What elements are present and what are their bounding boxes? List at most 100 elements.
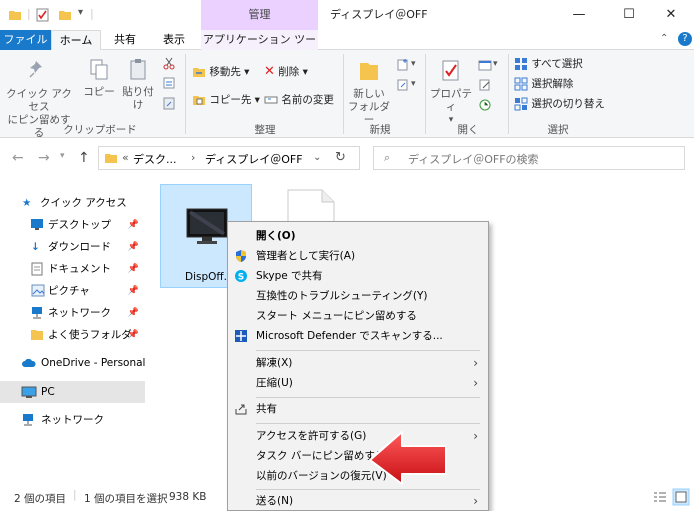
open-dropdown-icon[interactable]: ▾: [493, 59, 498, 69]
invert-selection-icon: [514, 97, 528, 111]
sidebar-item-onedrive[interactable]: OneDrive - Personal: [0, 352, 145, 374]
move-to-label: 移動先: [209, 66, 241, 78]
pin-icon[interactable]: 📌: [128, 258, 139, 280]
menu-item-skype-share[interactable]: S Skype で共有: [228, 266, 488, 286]
sidebar-item-label: ネットワーク: [41, 414, 104, 426]
copy-to-icon: [193, 96, 205, 105]
sidebar-item-pictures[interactable]: ピクチャ 📌: [0, 280, 145, 302]
new-item-icon[interactable]: [396, 58, 410, 72]
tab-home[interactable]: ホーム: [51, 30, 101, 51]
ribbon-tabs: ファイル ホーム 共有 表示 アプリケーション ツール ⌃ ?: [0, 30, 694, 66]
uac-shield-icon: [236, 250, 246, 262]
details-view-icon[interactable]: [652, 490, 668, 504]
menu-item-extract[interactable]: 解凍(X) ›: [228, 353, 488, 373]
menu-separator: [256, 489, 480, 490]
menu-item-compress[interactable]: 圧縮(U) ›: [228, 373, 488, 393]
sidebar-item-desktop[interactable]: デスクトップ 📌: [0, 214, 145, 236]
address-bar[interactable]: « デスク... › ディスプレイ＠OFF ⌄ ↻: [98, 146, 360, 170]
paste-shortcut-icon[interactable]: [162, 96, 176, 110]
breadcrumb-desktop[interactable]: デスク...: [133, 151, 177, 167]
large-icons-view-icon[interactable]: [672, 488, 690, 506]
navigation-pane: ★ クイック アクセス デスクトップ 📌 ↓ ダウンロード 📌 ドキュメント 📌…: [0, 178, 145, 483]
rename-icon: [264, 96, 278, 104]
divider: |: [90, 7, 94, 20]
sidebar-item-documents[interactable]: ドキュメント 📌: [0, 258, 145, 280]
refresh-icon[interactable]: ↻: [335, 150, 346, 165]
tab-share[interactable]: 共有: [104, 30, 146, 50]
breadcrumb-current[interactable]: ディスプレイ＠OFF: [205, 151, 303, 167]
organize-group-label: 整理: [254, 124, 276, 136]
title-bar: | ▾ | 管理 ディスプレイ＠OFF — ☐ ✕: [0, 0, 694, 30]
menu-item-label: 開く(O): [256, 230, 296, 242]
new-folder-icon[interactable]: [58, 8, 72, 22]
star-icon: ★: [22, 197, 32, 209]
select-all-button[interactable]: すべて選択: [514, 56, 583, 72]
edit-icon[interactable]: [478, 78, 492, 92]
copy-path-icon[interactable]: [162, 76, 176, 90]
maximize-button[interactable]: ☐: [606, 0, 652, 30]
breadcrumb-overflow[interactable]: «: [122, 151, 129, 164]
sidebar-item-network-pinned[interactable]: ネットワーク 📌: [0, 302, 145, 324]
easy-access-dropdown-icon[interactable]: ▾: [411, 79, 416, 89]
sidebar-item-quick-access[interactable]: ★ クイック アクセス: [0, 192, 145, 214]
status-size: 938 KB: [169, 491, 207, 503]
tab-file[interactable]: ファイル: [0, 30, 51, 50]
close-button[interactable]: ✕: [648, 0, 694, 30]
sidebar-item-downloads[interactable]: ↓ ダウンロード 📌: [0, 236, 145, 258]
pin-icon[interactable]: 📌: [128, 324, 139, 346]
up-button[interactable]: ↑: [78, 150, 90, 166]
address-dropdown-icon[interactable]: ⌄: [313, 152, 321, 163]
manage-tab-group[interactable]: 管理: [201, 0, 318, 30]
select-none-button[interactable]: 選択解除: [514, 76, 573, 92]
menu-item-share[interactable]: 共有: [228, 399, 488, 419]
easy-access-icon[interactable]: [396, 78, 410, 92]
menu-item-open[interactable]: 開く(O): [228, 226, 488, 246]
search-input[interactable]: ⌕ ディスプレイ＠OFFの検索: [373, 146, 685, 170]
sidebar-item-pc[interactable]: PC: [0, 381, 145, 403]
menu-item-pin-to-start[interactable]: スタート メニューにピン留めする: [228, 306, 488, 326]
help-button[interactable]: ?: [678, 32, 692, 46]
quick-access-dropdown-icon[interactable]: ▾: [78, 7, 83, 18]
divider: [343, 54, 344, 134]
menu-item-send-to[interactable]: 送る(N) ›: [228, 491, 488, 511]
share-icon: [235, 404, 247, 415]
sidebar-item-network[interactable]: ネットワーク: [0, 409, 145, 431]
tab-application-tools[interactable]: アプリケーション ツール: [201, 30, 318, 66]
collapse-ribbon-icon[interactable]: ⌃: [660, 33, 668, 44]
breadcrumb-separator[interactable]: ›: [191, 151, 195, 164]
folder-icon: [105, 154, 117, 163]
menu-item-troubleshoot-compatibility[interactable]: 互換性のトラブルシューティング(Y): [228, 286, 488, 306]
paste-button[interactable]: 貼り付け: [118, 58, 158, 112]
open-icon[interactable]: [478, 58, 492, 72]
history-icon[interactable]: [478, 98, 492, 112]
new-folder-button[interactable]: 新しい フォルダー: [348, 58, 390, 127]
move-to-button[interactable]: 移動先 ▾: [192, 64, 249, 80]
select-none-label: 選択解除: [531, 78, 574, 90]
pin-icon[interactable]: 📌: [128, 302, 139, 324]
pin-icon[interactable]: 📌: [128, 214, 139, 236]
menu-item-run-as-admin[interactable]: 管理者として実行(A): [228, 246, 488, 266]
menu-item-label: 送る(N): [256, 495, 294, 507]
forward-button[interactable]: →: [38, 150, 50, 166]
pin-icon[interactable]: 📌: [128, 236, 139, 258]
invert-selection-button[interactable]: 選択の切り替え: [514, 96, 605, 112]
cut-icon[interactable]: [162, 56, 176, 70]
properties-check-icon[interactable]: [36, 8, 50, 22]
copy-to-button[interactable]: コピー先 ▾: [192, 92, 260, 108]
tab-view[interactable]: 表示: [150, 30, 198, 50]
select-all-icon: [515, 58, 527, 70]
copy-to-label: コピー先: [209, 94, 252, 106]
sidebar-item-frequent-folder[interactable]: よく使うフォルダ 📌: [0, 324, 145, 346]
pin-icon[interactable]: 📌: [128, 280, 139, 302]
menu-item-defender-scan[interactable]: Microsoft Defender でスキャンする...: [228, 326, 488, 346]
new-item-dropdown-icon[interactable]: ▾: [411, 59, 416, 69]
sidebar-item-label: OneDrive - Personal: [41, 357, 146, 369]
delete-button[interactable]: ✕ 削除 ▾: [264, 64, 308, 80]
minimize-button[interactable]: —: [556, 0, 602, 30]
menu-item-label: 圧縮(U): [256, 377, 293, 389]
properties-button[interactable]: プロパティ ▾: [428, 58, 474, 127]
rename-button[interactable]: 名前の変更: [264, 92, 334, 108]
back-button[interactable]: ←: [12, 150, 24, 166]
recent-locations-dropdown-icon[interactable]: ▾: [60, 151, 65, 161]
copy-button[interactable]: コピー: [82, 58, 116, 99]
